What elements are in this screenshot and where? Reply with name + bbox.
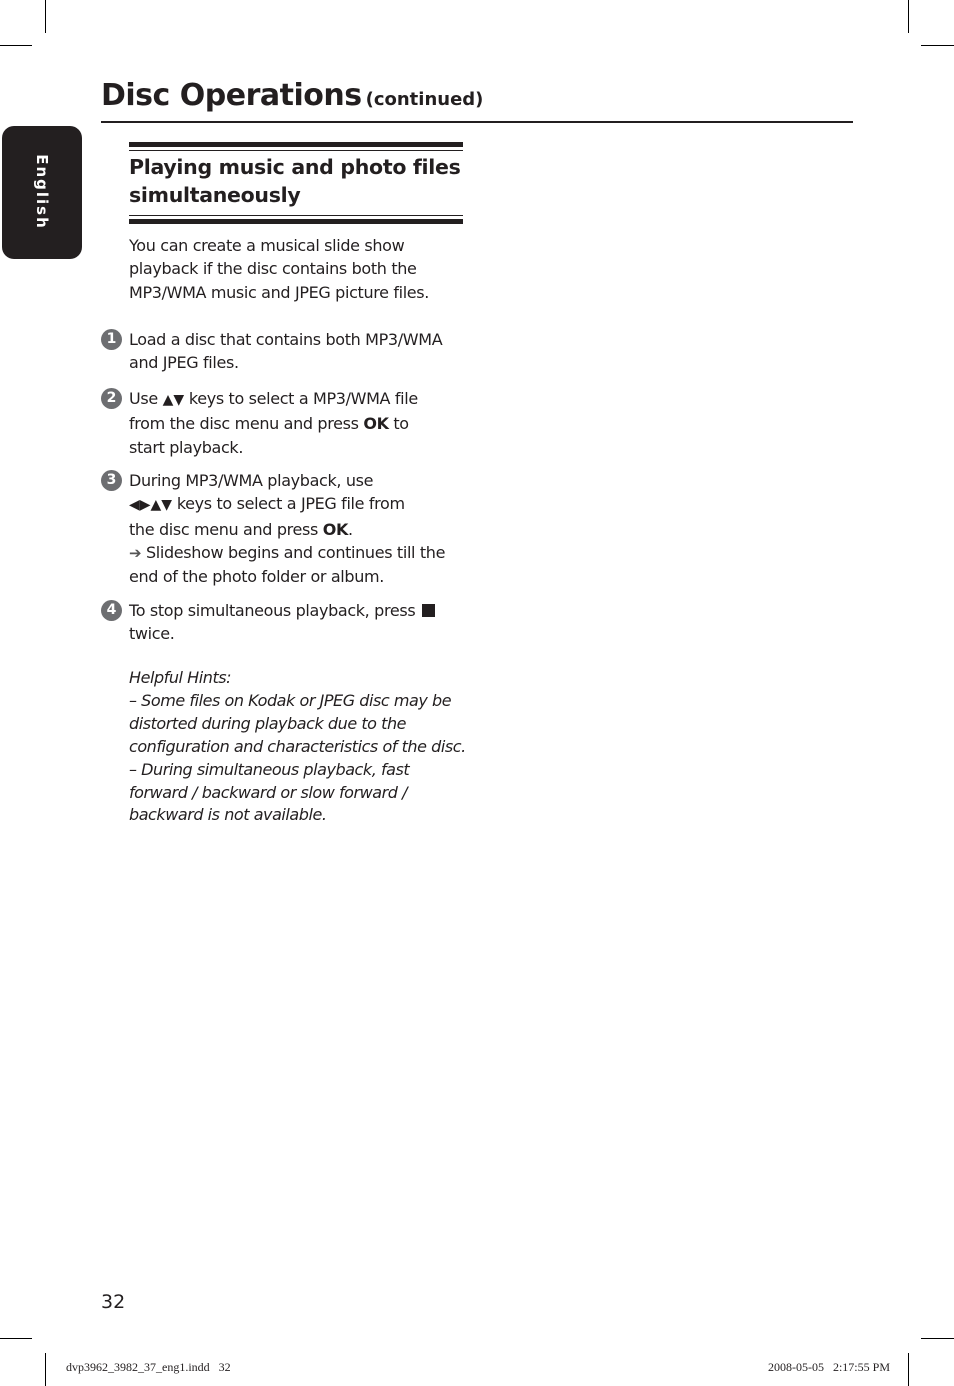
step-number-badge: 1: [101, 329, 122, 350]
title-rule: [101, 121, 853, 123]
step-2: Use ▲▼ keys to select a MP3/WMA file fro…: [129, 387, 418, 459]
direction-keys-icon: ◀▶▲▼: [129, 497, 173, 514]
page-number: 32: [101, 1291, 126, 1313]
language-tab-label: English: [33, 154, 51, 230]
hint-line: forward / backward or slow forward /: [129, 782, 408, 802]
step-line: twice.: [129, 624, 175, 644]
step-line: start playback.: [129, 437, 244, 457]
crop-mark: [908, 1353, 909, 1386]
language-tab: English: [2, 126, 82, 259]
step-number-badge: 3: [101, 470, 122, 491]
slug-timestamp: 2008-05-05 2:17:55 PM: [767, 1360, 890, 1374]
section-heading-line: Playing music and photo files: [129, 155, 461, 179]
step-text: keys to select a JPEG file from: [172, 494, 405, 514]
step-text: to: [388, 414, 409, 434]
page-title-continued: (continued): [365, 89, 484, 110]
page-title-text: Disc Operations: [101, 78, 362, 113]
step-text: Slideshow begins and continues till the: [141, 542, 446, 562]
crop-mark: [921, 1338, 954, 1339]
heading-rule-top-thick: [129, 142, 463, 147]
step-number-badge: 4: [101, 600, 122, 621]
hint-line: configuration and characteristics of the…: [129, 736, 466, 756]
step-line: the disc menu and press OK.: [129, 518, 445, 541]
step-line: Load a disc that contains both MP3/WMA: [129, 330, 443, 349]
step-line: Use ▲▼ keys to select a MP3/WMA file: [129, 387, 418, 412]
heading-rule-bottom-thin: [129, 215, 463, 216]
step-text: .: [348, 519, 353, 539]
step-1: Load a disc that contains both MP3/WMA a…: [129, 328, 443, 375]
crop-mark: [908, 0, 909, 33]
step-result-line: end of the photo folder or album.: [129, 567, 384, 587]
section-heading-line: simultaneously: [129, 183, 301, 207]
step-text: from the disc menu and press: [129, 414, 364, 434]
section-heading: Playing music and photo files simultaneo…: [129, 153, 469, 209]
step-4: To stop simultaneous playback, press twi…: [129, 599, 436, 646]
step-result-line: ➔ Slideshow begins and continues till th…: [129, 541, 445, 565]
intro-line: playback if the disc contains both the: [129, 259, 417, 279]
crop-mark: [45, 0, 46, 33]
hints-title: Helpful Hints:: [129, 668, 232, 687]
hint-line: – Some files on Kodak or JPEG disc may b…: [129, 690, 452, 710]
step-line: ◀▶▲▼ keys to select a JPEG file from: [129, 492, 445, 517]
step-text: Use: [129, 389, 163, 408]
step-text: the disc menu and press: [129, 519, 323, 539]
slug-filename: dvp3962_3982_37_eng1.indd 32: [66, 1360, 231, 1374]
up-down-keys-icon: ▲▼: [162, 392, 185, 408]
page-title: Disc Operations (continued): [101, 78, 483, 113]
hint-line: – During simultaneous playback, fast: [129, 759, 410, 779]
step-line: from the disc menu and press OK to: [129, 412, 418, 435]
step-text: keys to select a MP3/WMA file: [184, 389, 418, 408]
intro-line: MP3/WMA music and JPEG picture files.: [129, 282, 430, 302]
step-line: and JPEG files.: [129, 353, 239, 373]
hint-line: distorted during playback due to the: [129, 713, 407, 733]
step-text: To stop simultaneous playback, press: [129, 601, 421, 620]
heading-rule-top-thin: [129, 150, 463, 151]
helpful-hints: Helpful Hints: – Some files on Kodak or …: [129, 667, 466, 827]
crop-mark: [0, 45, 32, 46]
hint-line: backward is not available.: [129, 805, 327, 825]
crop-mark: [0, 1338, 32, 1339]
ok-key-label: OK: [322, 519, 349, 539]
intro-line: You can create a musical slide show: [129, 236, 405, 255]
step-line: To stop simultaneous playback, press: [129, 599, 436, 622]
stop-icon: [422, 604, 436, 617]
intro-paragraph: You can create a musical slide show play…: [129, 234, 429, 304]
step-3: During MP3/WMA playback, use ◀▶▲▼ keys t…: [129, 469, 445, 588]
crop-mark: [45, 1353, 46, 1386]
ok-key-label: OK: [363, 414, 389, 434]
result-arrow-icon: ➔: [129, 543, 142, 562]
crop-mark: [921, 45, 954, 46]
step-number-badge: 2: [101, 388, 122, 409]
step-line: During MP3/WMA playback, use: [129, 471, 374, 490]
heading-rule-bottom-thick: [129, 219, 463, 224]
